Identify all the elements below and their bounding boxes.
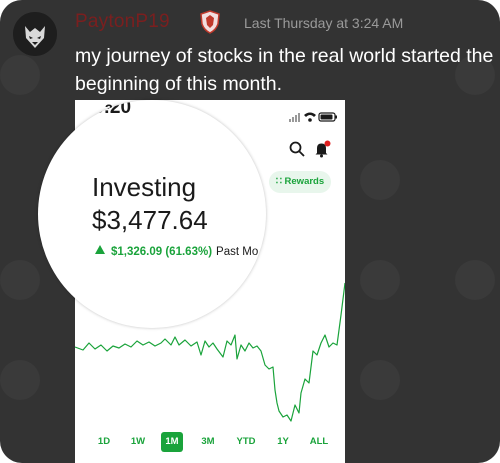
message-text: my journey of stocks in the real world s… — [75, 45, 494, 95]
rewards-button[interactable]: ∷ Rewards — [269, 171, 331, 193]
range-1w[interactable]: 1W — [128, 432, 148, 452]
magnified-status-time: 3:20 — [93, 100, 132, 118]
range-ytd[interactable]: YTD — [234, 432, 258, 452]
watermark-logo — [0, 55, 40, 95]
wolf-avatar-icon — [13, 12, 57, 56]
shield-badge-icon — [200, 10, 220, 34]
portfolio-value: $3,477.64 — [92, 205, 208, 235]
watermark-logo — [0, 360, 40, 400]
watermark-logo — [360, 260, 400, 300]
change-amount: $1,326.09 (61.63%) — [111, 246, 213, 258]
user-avatar[interactable] — [13, 12, 57, 56]
range-1y[interactable]: 1Y — [274, 432, 292, 452]
bell-icon[interactable] — [313, 140, 331, 158]
watermark-logo — [0, 260, 40, 300]
signal-wifi-battery-icons — [289, 112, 337, 122]
search-icon[interactable] — [289, 141, 305, 157]
watermark-logo — [455, 260, 495, 300]
range-1d[interactable]: 1D — [95, 432, 113, 452]
change-period: Past Mo — [216, 246, 259, 258]
up-triangle-icon — [95, 245, 105, 254]
portfolio-change: $1,326.09 (61.63%) Past Mo — [95, 245, 258, 258]
range-all[interactable]: ALL — [308, 432, 330, 452]
watermark-logo — [360, 160, 400, 200]
watermark-logo — [360, 360, 400, 400]
page-title: Investing — [92, 172, 197, 202]
gift-icon: ∷ — [275, 176, 285, 187]
message-card: PaytonP19 Last Thursday at 3:24 AM my jo… — [0, 0, 500, 463]
rewards-label: Rewards — [284, 176, 325, 187]
username[interactable]: PaytonP19 — [75, 11, 170, 33]
magnified-portfolio-summary: 3:20 Investing $3,477.64 $1,326.09 (61.6… — [38, 100, 266, 328]
time-range-selector: 1D 1W 1M 3M YTD 1Y ALL — [75, 432, 345, 454]
range-1m[interactable]: 1M — [161, 432, 183, 452]
message-timestamp: Last Thursday at 3:24 AM — [244, 15, 404, 31]
range-3m[interactable]: 3M — [198, 432, 218, 452]
